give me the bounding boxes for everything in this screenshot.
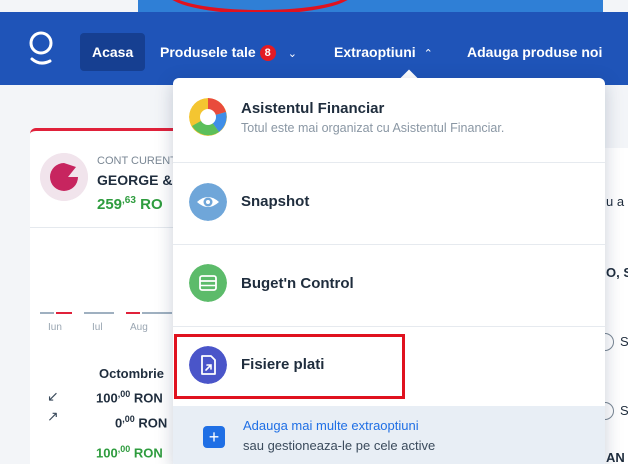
plus-icon[interactable]: + bbox=[203, 426, 225, 448]
george-logo-icon[interactable] bbox=[26, 29, 56, 69]
nav-produsele-tale[interactable]: Produsele tale 8 ⌄ bbox=[148, 33, 309, 71]
account-balance: 259,63 RO bbox=[97, 195, 163, 213]
amount-outgoing-currency: RON bbox=[138, 415, 168, 431]
amount-total-main: 100 bbox=[96, 445, 118, 461]
chevron-up-icon: ⌃ bbox=[423, 48, 433, 60]
right-fragment: O, S bbox=[606, 265, 628, 280]
chevron-down-icon: ⌄ bbox=[287, 48, 297, 60]
amount-incoming-dec: ,00 bbox=[117, 389, 131, 399]
month-label: Iul bbox=[92, 322, 103, 333]
amount-incoming-currency: RON bbox=[133, 390, 163, 406]
chart-bar bbox=[126, 312, 140, 314]
month-title: Octombrie bbox=[99, 366, 165, 381]
amount-total: 100,00 RON bbox=[96, 444, 163, 460]
incoming-arrow-icon: ↙ bbox=[47, 388, 59, 404]
amount-incoming-main: 100 bbox=[96, 390, 118, 406]
nav-produsele-label: Produsele tale bbox=[160, 44, 256, 60]
top-navbar: Acasa Produsele tale 8 ⌄ Extraoptiuni ⌃ Ada… bbox=[0, 12, 628, 85]
notification-badge: 8 bbox=[259, 45, 276, 61]
chart-bar bbox=[142, 312, 172, 314]
outgoing-arrow-icon: ↗ bbox=[47, 408, 59, 424]
balance-decimals: ,63 bbox=[122, 195, 136, 206]
clapperboard-icon bbox=[189, 264, 227, 302]
month-label: Iun bbox=[48, 322, 62, 333]
menu-item-title: Buget'n Control bbox=[241, 275, 354, 292]
amount-outgoing: 0,00 RON bbox=[115, 414, 167, 430]
chart-bar bbox=[40, 312, 54, 314]
right-fragment: S bbox=[620, 403, 628, 418]
add-extraoptiuni-footer[interactable]: + Adauga mai multe extraoptiuni sau gest… bbox=[173, 406, 605, 464]
pie-chart-icon bbox=[189, 98, 227, 136]
balance-main: 259 bbox=[97, 196, 123, 213]
account-type: CONT CURENT bbox=[97, 155, 177, 167]
manage-extraoptiuni-text: sau gestioneaza-le pe cele active bbox=[243, 438, 436, 453]
right-fragment: AN bbox=[606, 450, 625, 464]
right-fragment: S bbox=[620, 334, 628, 349]
nav-acasa-label: Acasa bbox=[92, 44, 134, 60]
nav-adauga-label: Adauga produse noi bbox=[467, 44, 603, 60]
menu-item-asistentul-financiar[interactable]: Asistentul Financiar Totul este mai orga… bbox=[173, 78, 605, 158]
balance-currency: RO bbox=[140, 196, 163, 213]
menu-item-snapshot[interactable]: Snapshot bbox=[173, 162, 605, 242]
highlight-box bbox=[174, 334, 405, 399]
amount-total-dec: ,00 bbox=[117, 444, 131, 454]
amount-total-currency: RON bbox=[133, 445, 163, 461]
nav-extraoptiuni-label: Extraoptiuni bbox=[334, 44, 416, 60]
menu-item-buget-n-control[interactable]: Buget'n Control bbox=[173, 244, 605, 324]
extraoptiuni-dropdown: Asistentul Financiar Totul este mai orga… bbox=[173, 78, 605, 464]
chart-bar bbox=[56, 312, 72, 314]
menu-item-title: Snapshot bbox=[241, 193, 310, 210]
month-label: Aug bbox=[130, 322, 148, 333]
nav-extraoptiuni[interactable]: Extraoptiuni ⌃ bbox=[322, 33, 445, 71]
amount-outgoing-dec: ,00 bbox=[122, 414, 135, 424]
right-fragment: u a bbox=[606, 194, 625, 209]
menu-item-subtitle: Totul este mai organizat cu Asistentul F… bbox=[241, 121, 505, 135]
account-holder: GEORGE & bbox=[97, 172, 173, 188]
add-extraoptiuni-link[interactable]: Adauga mai multe extraoptiuni bbox=[243, 418, 419, 433]
chart-bar bbox=[84, 312, 114, 314]
nav-adauga-produse[interactable]: Adauga produse noi bbox=[455, 33, 614, 71]
account-avatar-icon bbox=[40, 153, 88, 201]
amount-incoming: 100,00 RON bbox=[96, 389, 163, 405]
menu-item-title: Asistentul Financiar bbox=[241, 100, 385, 117]
nav-acasa[interactable]: Acasa bbox=[80, 33, 146, 71]
eye-icon bbox=[189, 183, 227, 221]
